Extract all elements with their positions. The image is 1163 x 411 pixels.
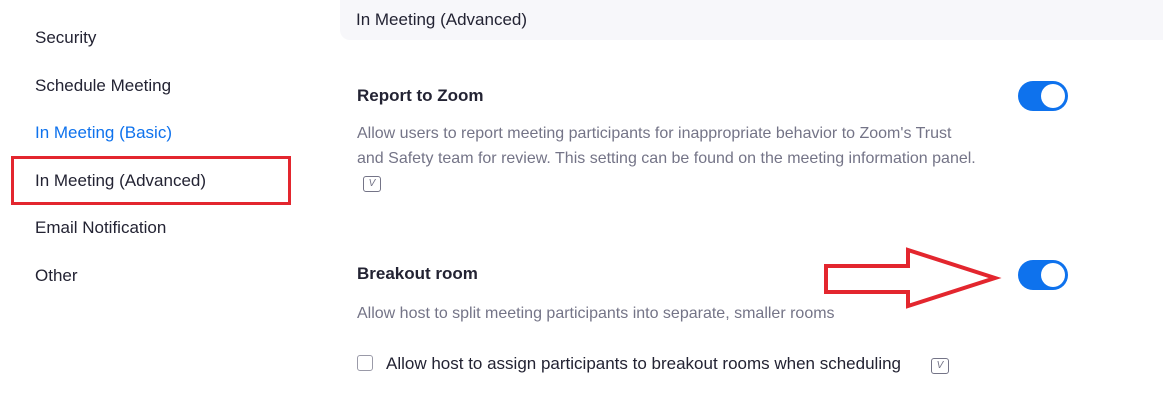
report-to-zoom-title: Report to Zoom	[357, 86, 484, 105]
section-header: In Meeting (Advanced)	[340, 0, 1163, 40]
toggle-knob	[1041, 84, 1065, 108]
report-to-zoom-description-text: Allow users to report meeting participan…	[357, 125, 976, 167]
sidebar-item-schedule-meeting[interactable]: Schedule Meeting	[35, 76, 171, 96]
version-info-glyph: V	[368, 177, 376, 189]
breakout-room-toggle[interactable]	[1018, 260, 1068, 290]
sidebar-item-email-notification[interactable]: Email Notification	[35, 218, 166, 238]
report-to-zoom-description: Allow users to report meeting participan…	[357, 121, 977, 196]
version-info-glyph: V	[936, 360, 944, 371]
annotation-arrow-icon	[824, 247, 1002, 309]
assign-participants-checkbox[interactable]	[357, 355, 373, 371]
sidebar-item-security[interactable]: Security	[35, 28, 96, 48]
toggle-knob	[1041, 263, 1065, 287]
section-title: In Meeting (Advanced)	[356, 10, 528, 29]
sidebar-item-in-meeting-basic[interactable]: In Meeting (Basic)	[35, 123, 172, 143]
report-to-zoom-toggle[interactable]	[1018, 81, 1068, 111]
annotation-highlight-box	[11, 156, 291, 205]
version-info-icon[interactable]: V	[931, 358, 949, 374]
settings-sidebar: Security Schedule Meeting In Meeting (Ba…	[0, 0, 320, 411]
assign-participants-label[interactable]: Allow host to assign participants to bre…	[386, 354, 901, 374]
sidebar-item-other[interactable]: Other	[35, 266, 78, 286]
breakout-room-title: Breakout room	[357, 264, 478, 283]
version-info-icon[interactable]: V	[363, 175, 381, 192]
